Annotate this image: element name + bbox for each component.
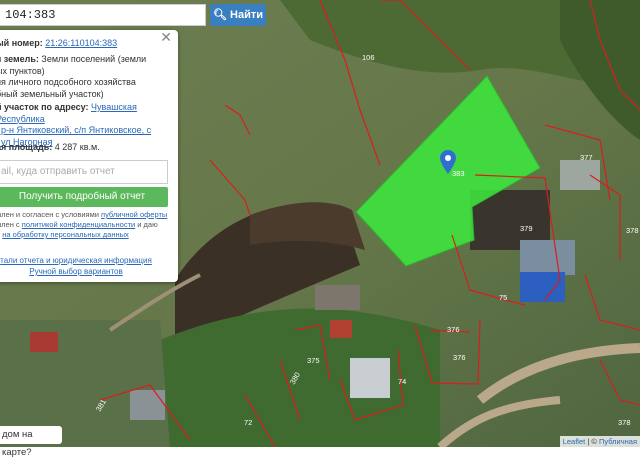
address-link-2[interactable]: , р-н Янтиковский, с/п Янтиковское, с [0,125,151,135]
parcel-number-label: 72 [244,418,252,427]
close-icon[interactable]: ✕ [160,30,172,43]
land-category-row: я земель: Земли поселений (земли ых пунк… [0,54,146,100]
find-button-label: Найти [230,9,263,21]
map-attribution: Leaflet | © Публичная [559,436,640,447]
permitted-use-line-1: ия личного подсобного хозяйства [0,77,136,87]
area-row: ая площадь: 4 287 кв.м. [0,142,100,154]
parcel-number-label: 106 [362,53,375,62]
search-icon: 🔍︎ [212,9,227,21]
parcel-number-label: 378 [618,418,631,427]
cadastral-number-row: ый номер: 21:26:110104:383 [0,38,117,50]
legal-consent-text: млен и согласен с условиями публичной оф… [0,210,168,240]
report-details-link[interactable]: тали отчета и юридическая информация [0,256,152,265]
area-value: 4 287 кв.м. [54,142,100,152]
attribution-separator: | © [585,437,599,446]
email-field[interactable]: ail, куда отправить отчет [0,160,168,184]
area-label: ая площадь: [0,142,53,152]
get-report-button[interactable]: Получить подробный отчет [0,187,168,207]
manual-selection-link[interactable]: Ручной выбор вариантов [29,267,122,276]
parcel-number-label: 75 [499,293,507,302]
leaflet-link[interactable]: Leaflet [563,437,586,446]
parcel-number-label: 74 [398,377,406,386]
parcel-info-panel: ✕ ый номер: 21:26:110104:383 я земель: З… [0,30,178,282]
provider-link[interactable]: Публичная [599,437,637,446]
find-button[interactable]: 🔍︎ Найти [210,4,266,26]
personal-data-link[interactable]: на обработку персональных данных [2,230,129,239]
cadastral-number-link[interactable]: 21:26:110104:383 [45,38,117,48]
land-category-label: я земель: [0,54,39,64]
parcel-number-label: 379 [520,224,533,233]
land-category-value-2: ых пунктов) [0,65,45,76]
parcel-number-label: 377 [580,153,593,162]
parcel-number-label: 375 [307,356,320,365]
parcel-number-label: 376 [447,325,460,334]
legal-line-2-end: и даю [135,220,158,229]
parcel-number-label: 383 [452,169,465,178]
permitted-use-line-2: бный земельный участок) [0,88,104,99]
cadastral-search-input[interactable]: 104:383 [0,4,206,26]
privacy-policy-link[interactable]: политикой конфиденциальности [22,220,135,229]
panel-footer-links: тали отчета и юридическая информация Руч… [0,255,156,277]
parcel-number-label: 376 [453,353,466,362]
cadastral-number-label: ый номер: [0,38,43,48]
offer-link[interactable]: публичной оферты [101,210,167,219]
house-on-map-button[interactable]: дом на карте? [0,426,62,458]
address-label: й участок по адресу: [0,102,89,112]
legal-line-1: млен и согласен с условиями [0,210,102,219]
land-category-value: Земли поселений (земли [41,54,147,64]
legal-line-2: млен с [0,220,20,229]
parcel-number-label: 378 [626,226,639,235]
